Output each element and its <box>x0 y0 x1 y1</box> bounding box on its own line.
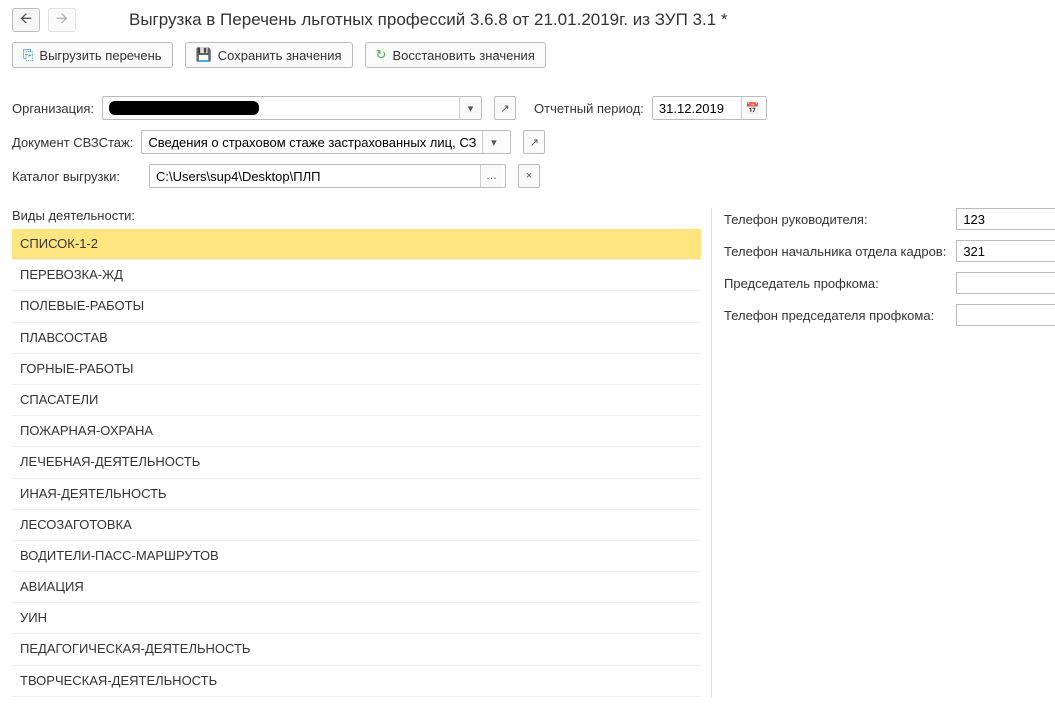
activity-item[interactable]: СПАСАТЕЛИ <box>12 385 701 416</box>
activity-item[interactable]: УИН <box>12 603 701 634</box>
export-label: Выгрузить перечень <box>39 48 161 63</box>
activity-item[interactable]: ПЕДАГОГИЧЕСКАЯ-ДЕЯТЕЛЬНОСТЬ <box>12 634 701 665</box>
phone-hr-label: Телефон начальника отдела кадров: <box>724 244 946 259</box>
activity-item[interactable]: ЛЕСОЗАГОТОВКА <box>12 510 701 541</box>
catalog-input[interactable] <box>150 165 480 187</box>
activity-item[interactable]: ВОДИТЕЛИ-ПАСС-МАРШРУТОВ <box>12 541 701 572</box>
forward-button[interactable]: 🡪 <box>48 8 76 32</box>
organization-open-button[interactable]: ↗ <box>494 96 516 120</box>
activity-item[interactable]: ГОРНЫЕ-РАБОТЫ <box>12 354 701 385</box>
export-icon: ⎘ <box>23 47 33 63</box>
phone-head-label: Телефон руководителя: <box>724 212 868 227</box>
doc-open-button[interactable]: ↗ <box>523 130 545 154</box>
page-title: Выгрузка в Перечень льготных профессий 3… <box>129 10 728 30</box>
period-field[interactable]: 📅 <box>652 96 767 120</box>
period-input[interactable] <box>653 97 741 119</box>
chair-label: Председатель профкома: <box>724 276 879 291</box>
activity-item[interactable]: ПЛАВСОСТАВ <box>12 323 701 354</box>
organization-label: Организация: <box>12 101 94 116</box>
activity-item[interactable]: ЛЕЧЕБНАЯ-ДЕЯТЕЛЬНОСТЬ <box>12 447 701 478</box>
doc-label: Документ СВЗСтаж: <box>12 135 133 150</box>
catalog-field[interactable]: … <box>149 164 506 188</box>
organization-field[interactable]: ▾ <box>102 96 482 120</box>
doc-input[interactable] <box>142 131 482 153</box>
calendar-icon: 📅 <box>746 102 760 115</box>
activity-list: СПИСОК-1-2ПЕРЕВОЗКА-ЖДПОЛЕВЫЕ-РАБОТЫПЛАВ… <box>12 229 701 697</box>
period-label: Отчетный период: <box>534 101 644 116</box>
phone-chair-label: Телефон председателя профкома: <box>724 308 934 323</box>
save-icon: 💾 <box>196 47 212 63</box>
organization-dropdown-button[interactable]: ▾ <box>459 97 481 119</box>
chair-input[interactable] <box>956 272 1055 294</box>
export-button[interactable]: ⎘ Выгрузить перечень <box>12 42 173 68</box>
restore-button[interactable]: ↻ Восстановить значения <box>365 42 546 68</box>
catalog-browse-button[interactable]: … <box>480 165 502 187</box>
calendar-button[interactable]: 📅 <box>741 97 763 119</box>
activity-item[interactable]: АВИАЦИЯ <box>12 572 701 603</box>
phone-hr-input[interactable] <box>956 240 1055 262</box>
back-button[interactable]: 🡨 <box>12 8 40 32</box>
activity-item[interactable]: ТВОРЧЕСКАЯ-ДЕЯТЕЛЬНОСТЬ <box>12 666 701 697</box>
catalog-label: Каталог выгрузки: <box>12 169 120 184</box>
activity-item[interactable]: ПОЛЕВЫЕ-РАБОТЫ <box>12 291 701 322</box>
activity-item[interactable]: ПОЖАРНАЯ-ОХРАНА <box>12 416 701 447</box>
organization-redacted <box>109 101 259 115</box>
phone-chair-input[interactable] <box>956 304 1055 326</box>
activity-item[interactable]: ПЕРЕВОЗКА-ЖД <box>12 260 701 291</box>
restore-icon: ↻ <box>376 47 387 63</box>
save-label: Сохранить значения <box>218 48 342 63</box>
catalog-clear-button[interactable]: × <box>518 164 540 188</box>
activity-item[interactable]: СПИСОК-1-2 <box>12 229 701 260</box>
save-button[interactable]: 💾 Сохранить значения <box>185 42 353 68</box>
restore-label: Восстановить значения <box>392 48 534 63</box>
activities-label: Виды деятельности: <box>12 208 701 223</box>
doc-field[interactable]: ▾ <box>141 130 511 154</box>
phone-head-input[interactable] <box>956 208 1055 230</box>
activity-item[interactable]: ИНАЯ-ДЕЯТЕЛЬНОСТЬ <box>12 479 701 510</box>
doc-dropdown-button[interactable]: ▾ <box>482 131 504 153</box>
